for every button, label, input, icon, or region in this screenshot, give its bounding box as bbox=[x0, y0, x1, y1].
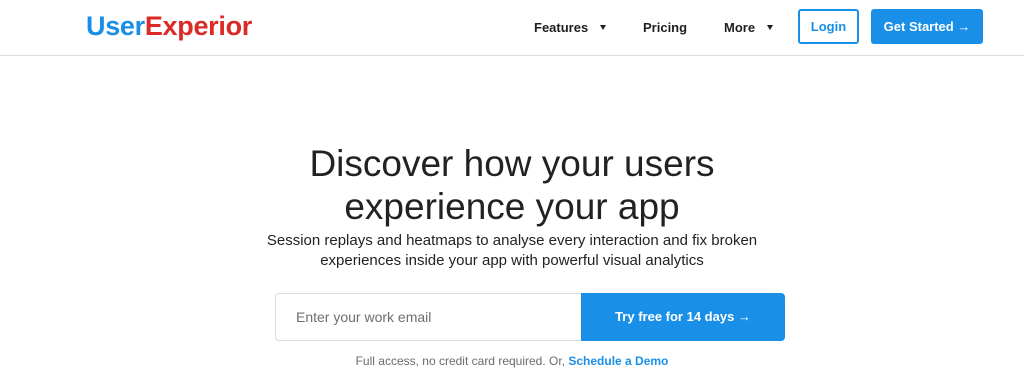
signup-note: Full access, no credit card required. Or… bbox=[212, 353, 812, 369]
hero-subtitle: Session replays and heatmaps to analyse … bbox=[212, 231, 812, 271]
get-started-button[interactable]: Get Started → bbox=[871, 9, 983, 44]
top-navbar: UserExperior Features Pricing More Login… bbox=[0, 0, 1024, 56]
hero-title-line1: Discover how your users bbox=[309, 143, 715, 184]
hero-title-line2: experience your app bbox=[344, 186, 680, 227]
userexperior-logo[interactable]: UserExperior bbox=[86, 10, 252, 42]
work-email-input[interactable] bbox=[275, 293, 581, 341]
hero-subtitle-line2: experiences inside your app with powerfu… bbox=[320, 252, 704, 269]
caret-down-icon bbox=[767, 25, 774, 30]
nav-more-dropdown[interactable]: More bbox=[724, 18, 774, 38]
nav-features-label: Features bbox=[534, 20, 589, 35]
login-button[interactable]: Login bbox=[798, 9, 859, 44]
nav-pricing-label: Pricing bbox=[643, 20, 688, 35]
caret-down-icon bbox=[600, 25, 607, 30]
nav-pricing-link[interactable]: Pricing bbox=[643, 18, 687, 38]
logo-text-experior: Experior bbox=[144, 11, 252, 41]
hero-subtitle-line1: Session replays and heatmaps to analyse … bbox=[266, 232, 758, 249]
nav-features-dropdown[interactable]: Features bbox=[534, 18, 607, 38]
schedule-demo-link[interactable]: Schedule a Demo bbox=[568, 354, 668, 368]
try-free-button[interactable]: Try free for 14 days → bbox=[581, 293, 785, 341]
logo-text-user: User bbox=[86, 11, 145, 41]
hero-title: Discover how your users experience your … bbox=[212, 142, 812, 228]
nav-more-label: More bbox=[724, 20, 756, 35]
signup-note-text: Full access, no credit card required. Or… bbox=[355, 354, 569, 368]
